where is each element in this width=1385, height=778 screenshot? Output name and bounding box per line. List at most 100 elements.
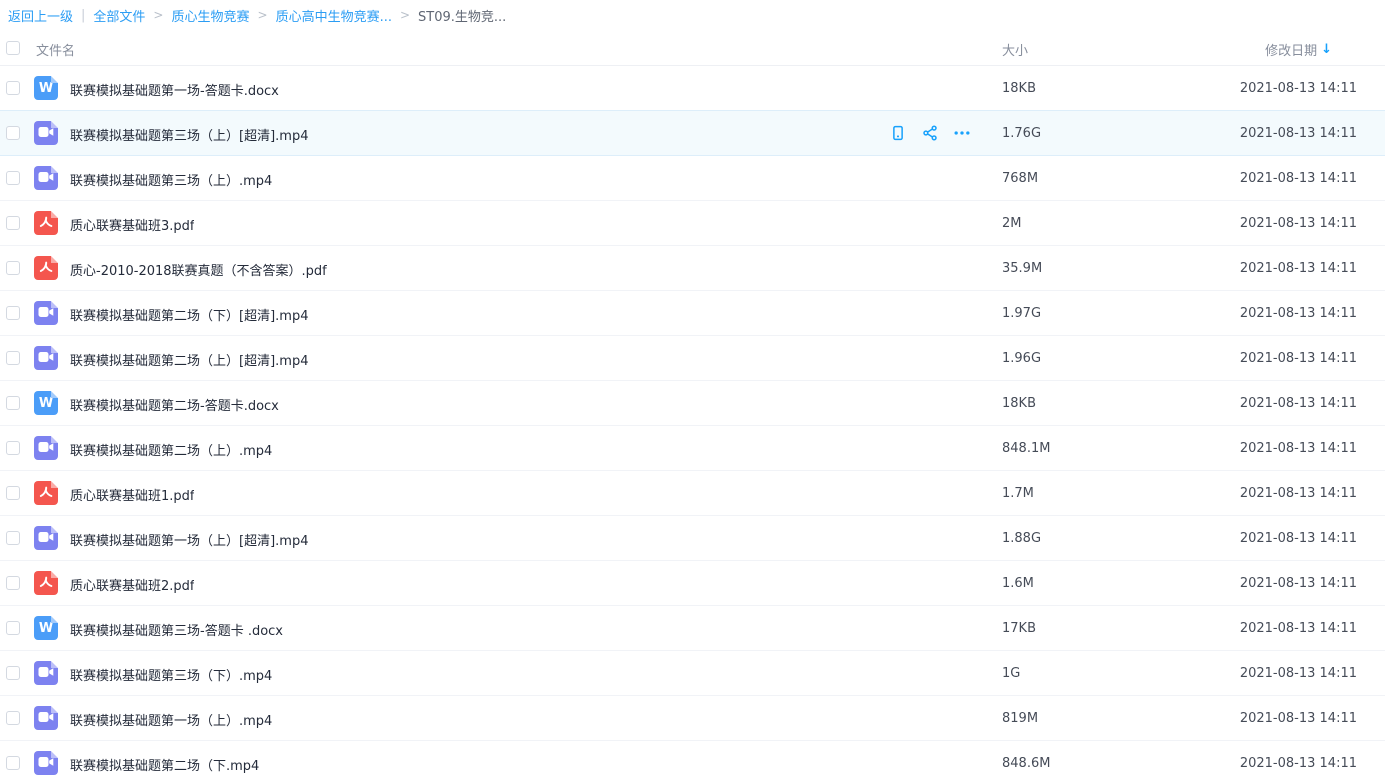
share-icon[interactable] [920,123,940,143]
pdf-file-icon: W [34,256,58,280]
send-to-device-icon[interactable] [888,123,908,143]
file-modified-date: 2021-08-13 14:11 [1240,486,1357,501]
row-checkbox[interactable] [6,81,20,95]
file-name-link[interactable]: 质心-2010-2018联赛真题（不含答案）.pdf [70,260,327,279]
file-list: W 联赛模拟基础题第一场-答题卡.docx 18KB 2021-08-13 14… [0,66,1385,778]
file-row[interactable]: W 联赛模拟基础题第一场-答题卡.docx 18KB 2021-08-13 14… [0,66,1385,111]
video-file-icon [38,350,54,366]
file-row[interactable]: W 联赛模拟基础题第三场（上）[超清].mp4 1.76G 2021-08-13… [0,111,1385,156]
row-checkbox[interactable] [6,666,20,680]
file-modified-date: 2021-08-13 14:11 [1240,621,1357,636]
file-name-link[interactable]: 联赛模拟基础题第一场（上）.mp4 [70,710,272,729]
mp4-file-icon: W [34,121,58,145]
video-file-icon [38,125,54,141]
row-checkbox[interactable] [6,171,20,185]
file-row[interactable]: W 质心联赛基础班2.pdf 1.6M 2021-08-13 14:11 [0,561,1385,606]
column-header-filename: 文件名 [36,40,75,59]
file-row[interactable]: W 质心联赛基础班1.pdf 1.7M 2021-08-13 14:11 [0,471,1385,516]
file-row[interactable]: W 联赛模拟基础题第一场（上）.mp4 819M 2021-08-13 14:1… [0,696,1385,741]
video-file-icon [38,755,54,771]
file-modified-date: 2021-08-13 14:11 [1240,441,1357,456]
file-name-link[interactable]: 联赛模拟基础题第三场-答题卡 .docx [70,620,283,639]
file-row[interactable]: W 联赛模拟基础题第三场（上）.mp4 768M 2021-08-13 14:1… [0,156,1385,201]
file-row[interactable]: W 联赛模拟基础题第二场-答题卡.docx 18KB 2021-08-13 14… [0,381,1385,426]
row-checkbox[interactable] [6,576,20,590]
file-modified-date: 2021-08-13 14:11 [1240,756,1357,771]
file-row[interactable]: W 联赛模拟基础题第一场（上）[超清].mp4 1.88G 2021-08-13… [0,516,1385,561]
pdf-file-icon [39,575,53,592]
more-actions-icon[interactable] [952,123,972,143]
file-name-link[interactable]: 联赛模拟基础题第二场（上）.mp4 [70,440,272,459]
file-name-link[interactable]: 质心联赛基础班3.pdf [70,215,194,234]
row-checkbox[interactable] [6,711,20,725]
file-size: 18KB [1002,396,1036,411]
file-name-link[interactable]: 联赛模拟基础题第二场-答题卡.docx [70,395,279,414]
back-link[interactable]: 返回上一级 [8,6,73,25]
video-file-icon [38,710,54,726]
breadcrumb-item-folder-1[interactable]: 质心生物竞赛 [171,6,249,25]
file-row[interactable]: W 联赛模拟基础题第二场（上）.mp4 848.1M 2021-08-13 14… [0,426,1385,471]
row-checkbox[interactable] [6,441,20,455]
file-name-link[interactable]: 联赛模拟基础题第二场（上）[超清].mp4 [70,350,308,369]
row-checkbox[interactable] [6,531,20,545]
row-checkbox[interactable] [6,261,20,275]
file-modified-date: 2021-08-13 14:11 [1240,576,1357,591]
docx-file-icon: W [34,616,58,640]
file-size: 1.96G [1002,351,1041,366]
column-header-date[interactable]: 修改日期 ↓ [1265,40,1332,59]
breadcrumb-item-current: ST09.生物竞... [418,6,506,25]
file-row[interactable]: W 联赛模拟基础题第二场（下）[超清].mp4 1.97G 2021-08-13… [0,291,1385,336]
file-modified-date: 2021-08-13 14:11 [1240,711,1357,726]
breadcrumb: 返回上一级 | 全部文件 > 质心生物竞赛 > 质心高中生物竞赛... > ST… [0,0,1385,30]
file-row[interactable]: W 质心联赛基础班3.pdf 2M 2021-08-13 14:11 [0,201,1385,246]
row-checkbox[interactable] [6,351,20,365]
sort-descending-icon[interactable]: ↓ [1321,43,1332,56]
mp4-file-icon: W [34,301,58,325]
select-all-checkbox[interactable] [6,41,20,55]
pdf-file-icon: W [34,571,58,595]
file-table-header: 文件名 大小 修改日期 ↓ [0,30,1385,66]
file-size: 35.9M [1002,261,1042,276]
row-checkbox[interactable] [6,621,20,635]
file-name-link[interactable]: 质心联赛基础班1.pdf [70,485,194,504]
row-checkbox[interactable] [6,126,20,140]
file-row[interactable]: W 联赛模拟基础题第二场（上）[超清].mp4 1.96G 2021-08-13… [0,336,1385,381]
file-size: 17KB [1002,621,1036,636]
file-name-link[interactable]: 联赛模拟基础题第三场（上）[超清].mp4 [70,125,308,144]
file-size: 848.6M [1002,756,1050,771]
breadcrumb-separator: > [258,8,268,22]
row-checkbox[interactable] [6,306,20,320]
file-name-link[interactable]: 联赛模拟基础题第一场-答题卡.docx [70,80,279,99]
video-file-icon [38,530,54,546]
column-header-size: 大小 [1002,40,1028,59]
file-row[interactable]: W 质心-2010-2018联赛真题（不含答案）.pdf 35.9M 2021-… [0,246,1385,291]
row-checkbox[interactable] [6,396,20,410]
file-name-link[interactable]: 联赛模拟基础题第二场（下.mp4 [70,755,259,774]
pdf-file-icon [39,485,53,502]
row-checkbox[interactable] [6,756,20,770]
file-modified-date: 2021-08-13 14:11 [1240,261,1357,276]
breadcrumb-item-folder-2[interactable]: 质心高中生物竞赛... [276,6,392,25]
file-name-link[interactable]: 联赛模拟基础题第三场（下）.mp4 [70,665,272,684]
pdf-file-icon [39,215,53,232]
pdf-file-icon: W [34,211,58,235]
file-size: 1.76G [1002,126,1041,141]
mp4-file-icon: W [34,661,58,685]
row-checkbox[interactable] [6,486,20,500]
file-row[interactable]: W 联赛模拟基础题第二场（下.mp4 848.6M 2021-08-13 14:… [0,741,1385,778]
file-row[interactable]: W 联赛模拟基础题第三场-答题卡 .docx 17KB 2021-08-13 1… [0,606,1385,651]
row-checkbox[interactable] [6,216,20,230]
breadcrumb-item-all-files[interactable]: 全部文件 [93,6,145,25]
file-size: 1G [1002,666,1020,681]
file-name-link[interactable]: 联赛模拟基础题第三场（上）.mp4 [70,170,272,189]
file-modified-date: 2021-08-13 14:11 [1240,396,1357,411]
mp4-file-icon: W [34,346,58,370]
file-name-link[interactable]: 质心联赛基础班2.pdf [70,575,194,594]
pdf-file-icon [39,260,53,277]
file-name-link[interactable]: 联赛模拟基础题第一场（上）[超清].mp4 [70,530,308,549]
file-modified-date: 2021-08-13 14:11 [1240,306,1357,321]
file-name-link[interactable]: 联赛模拟基础题第二场（下）[超清].mp4 [70,305,308,324]
docx-file-icon: W [34,391,58,415]
file-row[interactable]: W 联赛模拟基础题第三场（下）.mp4 1G 2021-08-13 14:11 [0,651,1385,696]
word-file-icon: W [39,82,53,95]
